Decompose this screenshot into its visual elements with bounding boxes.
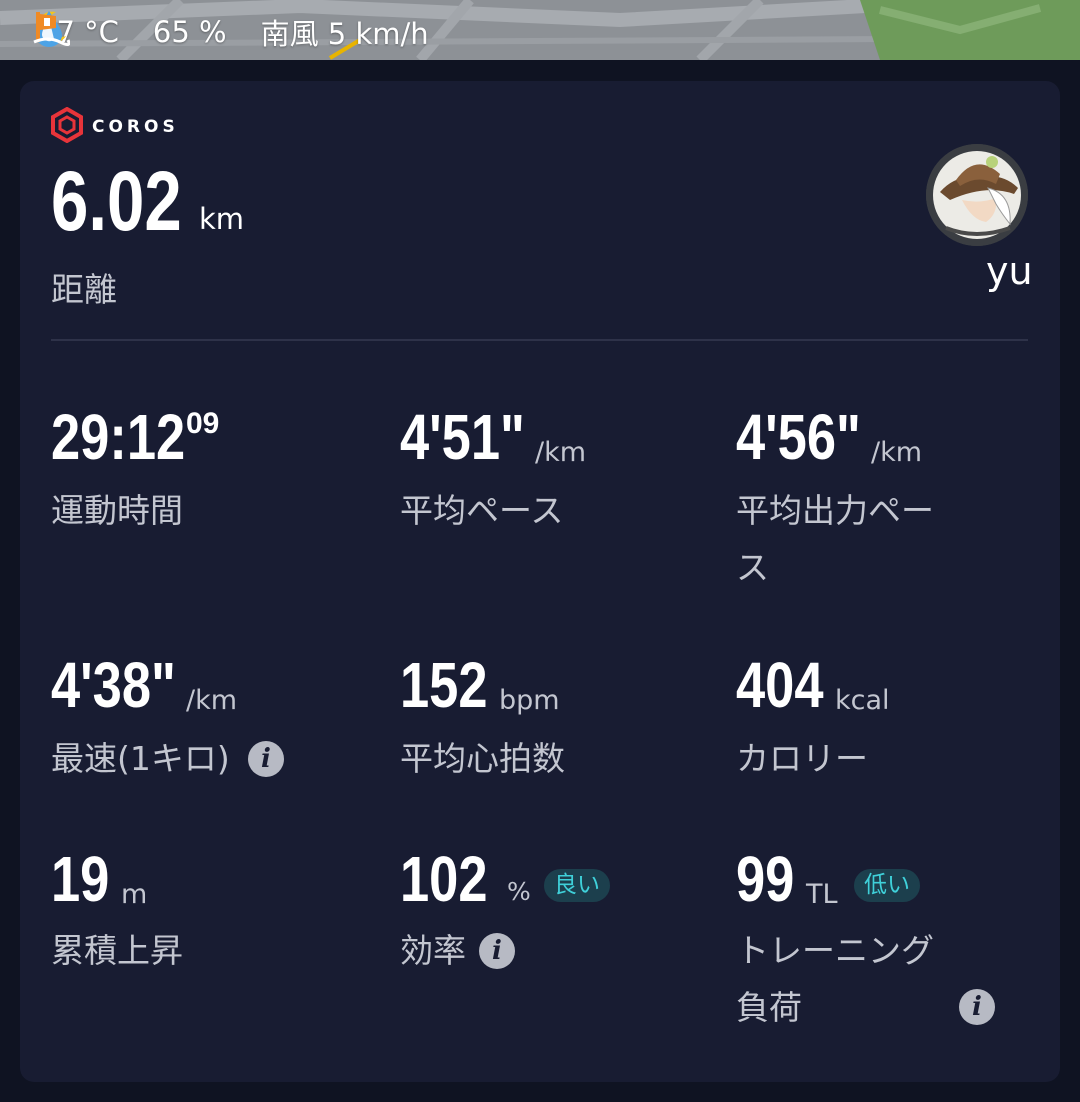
- distance-value: 6.02: [51, 154, 182, 248]
- avg-power-pace-value: 4'56": [736, 401, 861, 473]
- avg-power-pace-unit: /km: [871, 437, 923, 468]
- avg-pace-label: 平均ペース: [400, 491, 564, 530]
- avatar[interactable]: [926, 144, 1028, 246]
- calories-label: カロリー: [736, 739, 868, 778]
- stat-value-row: 4'56": [736, 405, 888, 469]
- coros-hexagon-icon: [50, 106, 84, 147]
- stat-value-row: 99: [736, 847, 807, 911]
- training-load-label-line1: トレーニング: [736, 931, 934, 970]
- brand-name: COROS: [92, 117, 179, 137]
- calories-value: 404: [736, 649, 824, 721]
- stat-value-row: 4'38": [51, 653, 203, 717]
- training-load-rating-badge: 低い: [854, 869, 920, 902]
- elevation-gain-label: 累積上昇: [51, 931, 183, 970]
- best-km-label: 最速(1キロ): [51, 739, 230, 778]
- stat-elevation-gain: 19 m 累積上昇: [51, 847, 371, 977]
- efficiency-unit: %: [507, 877, 531, 906]
- moving-time-value: 29:12: [51, 401, 186, 473]
- activity-summary-card: COROS 6.02 km 距離 yu 29:12 09 運動時間 4'51" …: [20, 81, 1060, 1082]
- avg-heart-rate-value: 152: [400, 649, 488, 721]
- avg-pace-value: 4'51": [400, 401, 525, 473]
- best-km-value: 4'38": [51, 649, 176, 721]
- stat-avg-heart-rate: 152 bpm 平均心拍数: [400, 653, 720, 783]
- stat-value-row: 152: [400, 653, 507, 717]
- divider: [51, 339, 1028, 341]
- moving-time-label: 運動時間: [51, 491, 183, 530]
- stat-value-row: 404: [736, 653, 843, 717]
- wind-text: 南風 5 km/h: [260, 17, 429, 51]
- stat-training-load: 99 TL 低い トレーニング 負荷 i: [736, 847, 1036, 1037]
- elevation-gain-value: 19: [51, 843, 110, 915]
- distance-label: 距離: [51, 270, 117, 309]
- efficiency-value: 102: [400, 843, 488, 915]
- training-load-unit: TL: [806, 879, 838, 910]
- avg-heart-rate-label: 平均心拍数: [400, 739, 565, 778]
- efficiency-label: 効率: [400, 931, 466, 970]
- humidity-item: 65 %: [36, 11, 227, 49]
- stat-moving-time: 29:12 09 運動時間: [51, 405, 371, 535]
- training-load-value: 99: [736, 843, 795, 915]
- avg-pace-unit: /km: [535, 437, 587, 468]
- efficiency-info-icon[interactable]: i: [479, 933, 515, 969]
- moving-time-hundredths: 09: [186, 407, 220, 440]
- stat-avg-power-pace: 4'56" /km 平均出力ペー ス: [736, 405, 1036, 595]
- wind-item: 南風 5 km/h: [33, 11, 429, 53]
- map-strip[interactable]: 27 °C 65 % 南風 5 km/h: [0, 0, 1080, 60]
- humidity-text: 65 %: [152, 15, 227, 49]
- training-load-label-line2: 負荷: [736, 988, 802, 1027]
- distance-unit: km: [199, 202, 245, 236]
- best-km-info-icon[interactable]: i: [248, 741, 284, 777]
- elevation-gain-unit: m: [121, 879, 148, 910]
- brand-logo: COROS: [50, 106, 179, 147]
- stat-best-km: 4'38" /km 最速(1キロ) i: [51, 653, 371, 783]
- avg-power-pace-label-line2: ス: [736, 548, 769, 587]
- efficiency-rating-badge: 良い: [544, 869, 610, 902]
- avg-power-pace-label-line1: 平均出力ペー: [736, 491, 934, 530]
- best-km-unit: /km: [186, 685, 238, 716]
- stat-avg-pace: 4'51" /km 平均ペース: [400, 405, 720, 535]
- stat-value-row: 4'51": [400, 405, 552, 469]
- stat-value-row: 19: [51, 847, 122, 911]
- training-load-info-icon[interactable]: i: [959, 989, 995, 1025]
- stat-value-row: 102: [400, 847, 507, 911]
- username: yu: [986, 249, 1033, 293]
- stat-calories: 404 kcal カロリー: [736, 653, 1036, 783]
- weather-bar: 27 °C 65 % 南風 5 km/h: [30, 8, 455, 56]
- stat-efficiency: 102 % 良い 効率 i: [400, 847, 720, 977]
- avg-heart-rate-unit: bpm: [499, 685, 560, 716]
- calories-unit: kcal: [835, 685, 890, 716]
